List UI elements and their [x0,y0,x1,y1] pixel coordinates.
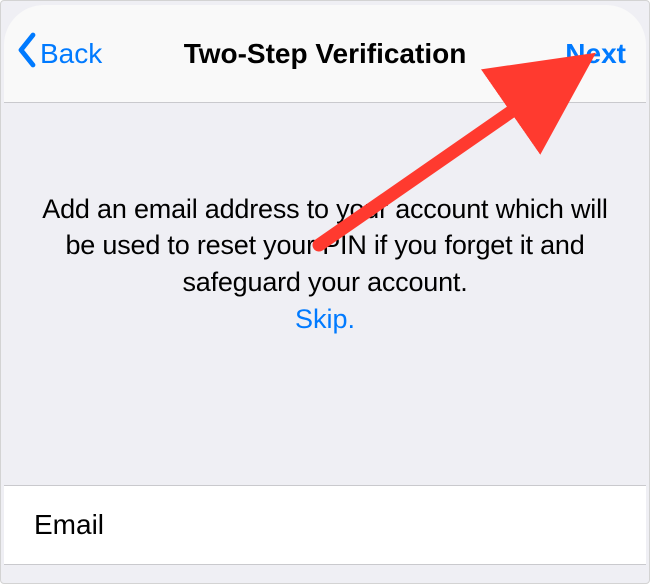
email-placeholder: Email [34,509,104,541]
navigation-bar: Back Two-Step Verification Next [4,5,646,103]
chevron-left-icon [16,32,38,75]
email-field[interactable]: Email [4,485,646,565]
form-section: Email [4,485,646,583]
page-title: Two-Step Verification [184,38,467,70]
content-area: Add an email address to your account whi… [4,103,646,335]
spacer [4,565,646,583]
back-button[interactable]: Back [16,32,102,75]
skip-link[interactable]: Skip. [295,304,355,335]
next-button[interactable]: Next [565,38,626,70]
screen: Back Two-Step Verification Next Add an e… [4,5,646,583]
back-label: Back [40,38,102,70]
description-text: Add an email address to your account whi… [32,191,618,300]
screen-frame: Back Two-Step Verification Next Add an e… [0,0,650,584]
